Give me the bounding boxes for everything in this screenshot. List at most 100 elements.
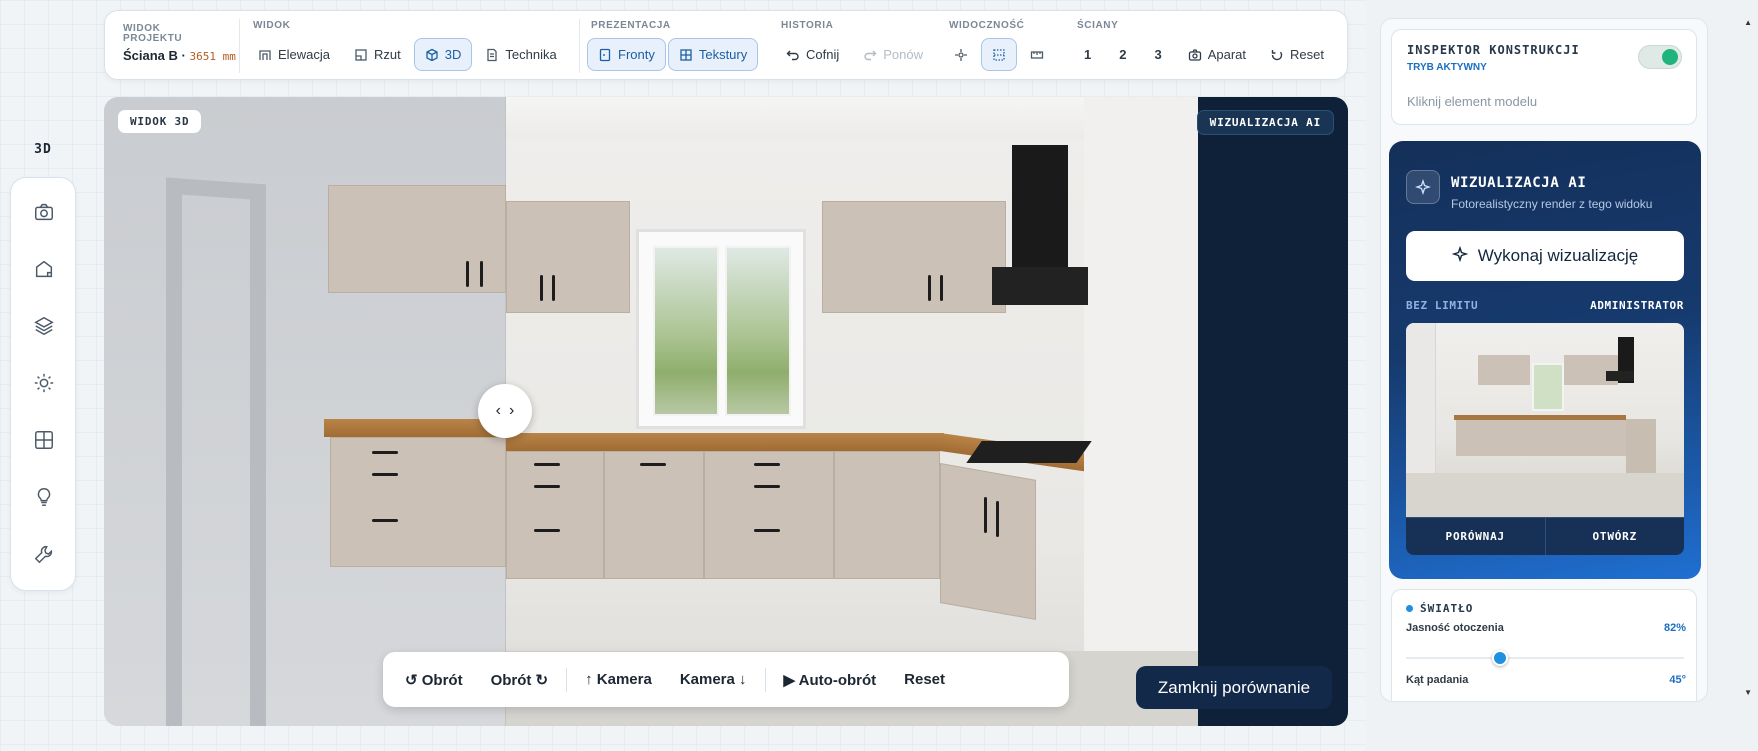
model-door [166, 177, 266, 726]
inspector-toggle[interactable] [1638, 45, 1682, 69]
crosshair-icon [954, 48, 968, 62]
reset-label: Reset [1290, 47, 1324, 62]
divider [764, 667, 766, 692]
rotate-right-button[interactable]: Obrót ↻ [477, 661, 563, 699]
base-cabinet-corner [940, 463, 1036, 620]
view-plan-label: Rzut [374, 47, 401, 62]
camera-label: Aparat [1207, 47, 1247, 62]
3d-viewport[interactable]: WIDOK 3D WIZUALIZACJA AI ‹ › ↺ Obrót Obr… [104, 97, 1348, 726]
ai-render-actions: PORÓWNAJ OTWÓRZ [1406, 517, 1684, 555]
render-cooktop [966, 441, 1092, 463]
plan-icon [354, 48, 368, 62]
project-info: WIDOK PROJEKTU Ściana B · 3651 mm [123, 23, 243, 64]
view-3d-button[interactable]: 3D [413, 38, 473, 71]
ai-title: WIZUALIZACJA AI [1451, 175, 1587, 191]
camera-reset-button[interactable]: Reset [890, 661, 959, 699]
inspector-scroll-area[interactable]: INSPEKTOR KONSTRUKCJI TRYB AKTYWNY Klikn… [1380, 18, 1708, 702]
camera-snapshot-button[interactable]: Aparat [1177, 38, 1257, 71]
undo-icon [786, 48, 800, 62]
layers-icon[interactable] [30, 312, 58, 340]
light-title: ŚWIATŁO [1420, 602, 1474, 615]
textures-toggle[interactable]: Tekstury [667, 38, 759, 71]
sidebar-mode-title: 3D [34, 142, 52, 157]
view-plan-button[interactable]: Rzut [343, 38, 412, 71]
viewport-dark-margin [1198, 97, 1348, 726]
grid-icon[interactable] [30, 426, 58, 454]
section-dot-icon [1406, 605, 1413, 612]
light-section: ŚWIATŁO Jasność otoczenia 82% Kąt padani… [1391, 589, 1697, 701]
ai-visualization-card: WIZUALIZACJA AI Fotorealistyczny render … [1389, 141, 1701, 579]
compare-split-handle[interactable]: ‹ › [478, 384, 532, 438]
view-3d-label: 3D [444, 47, 462, 62]
dimensions-toggle[interactable] [1019, 38, 1055, 71]
undo-label: Cofnij [806, 47, 840, 62]
compare-button[interactable]: PORÓWNAJ [1406, 518, 1545, 555]
open-button[interactable]: OTWÓRZ [1544, 518, 1685, 555]
presentation-group-label: PREZENTACJA [591, 20, 671, 31]
sparkle-icon [1406, 170, 1440, 204]
model-base-cabinet [330, 437, 506, 567]
camera-controls: ↺ Obrót Obrót ↻ ↑ Kamera Kamera ↓ ▶ Auto… [383, 652, 1069, 707]
view-technical-label: Technika [505, 47, 557, 62]
render-range-hood-base [992, 267, 1088, 305]
center-point-toggle[interactable] [943, 38, 979, 71]
redo-button[interactable]: Ponów [852, 38, 934, 71]
reset-icon [1270, 48, 1284, 62]
presentation-group: PREZENTACJA Fronty Tekstury [587, 20, 759, 71]
house-icon[interactable] [30, 255, 58, 283]
walls-group-label: ŚCIANY [1077, 20, 1119, 31]
ambient-label: Jasność otoczenia [1406, 622, 1504, 634]
fronts-toggle[interactable]: Fronty [587, 38, 666, 71]
ai-render-thumbnail[interactable] [1406, 323, 1684, 517]
bulb-icon[interactable] [30, 483, 58, 511]
view-technical-button[interactable]: Technika [474, 38, 567, 71]
run-visualization-button[interactable]: Wykonaj wizualizację [1406, 231, 1684, 281]
scroll-up-icon[interactable]: ▲ [1744, 18, 1752, 27]
elevation-icon [258, 48, 272, 62]
sun-icon[interactable] [30, 369, 58, 397]
camera-icon[interactable] [30, 198, 58, 226]
cube-icon [425, 48, 439, 62]
slider-thumb[interactable] [1492, 650, 1509, 666]
angle-label: Kąt padania [1406, 674, 1469, 686]
project-label: WIDOK PROJEKTU [123, 23, 183, 44]
wall-3-button[interactable]: 3 [1141, 38, 1174, 71]
close-compare-button[interactable]: Zamknij porównanie [1136, 666, 1332, 709]
wall-2-button[interactable]: 2 [1106, 38, 1139, 71]
auto-rotate-button[interactable]: ▶ Auto-obrót [770, 661, 891, 699]
grid-visibility-toggle[interactable] [981, 38, 1017, 71]
inspector-mode: TRYB AKTYWNY [1407, 62, 1487, 73]
limit-badge: BEZ LIMITU [1406, 299, 1479, 312]
view-elevation-button[interactable]: Elewacja [247, 38, 341, 71]
visibility-group-label: WIDOCZNOŚĆ [949, 20, 1025, 31]
render-window [636, 229, 806, 429]
base-cabinet [834, 451, 940, 579]
inspector-title: INSPEKTOR KONSTRUKCJI [1407, 43, 1580, 57]
ambient-slider[interactable] [1406, 650, 1684, 666]
base-cabinet [506, 451, 604, 579]
undo-button[interactable]: Cofnij [775, 38, 850, 71]
camera-up-button[interactable]: ↑ Kamera [571, 661, 666, 699]
view-elevation-label: Elewacja [278, 47, 331, 62]
rotate-left-button[interactable]: ↺ Obrót [391, 661, 477, 699]
view-group: WIDOK Elewacja Rzut 3D Technika [247, 20, 568, 71]
camera-down-button[interactable]: Kamera ↓ [666, 661, 761, 699]
toggle-knob [1662, 49, 1678, 65]
chevron-right-icon: › [509, 402, 515, 419]
ruler-icon [1030, 48, 1044, 62]
scroll-down-icon[interactable]: ▼ [1744, 688, 1752, 697]
texture-icon [679, 48, 693, 62]
redo-label: Ponów [883, 47, 923, 62]
wall-1-button[interactable]: 1 [1071, 38, 1104, 71]
3d-model-side [104, 97, 506, 726]
walls-group: ŚCIANY 1 2 3 Aparat Reset [1071, 20, 1335, 71]
upper-cabinet [822, 201, 1006, 313]
construction-inspector: INSPEKTOR KONSTRUKCJI TRYB AKTYWNY Klikn… [1391, 29, 1697, 125]
wrench-icon[interactable] [30, 540, 58, 568]
reset-view-button[interactable]: Reset [1259, 38, 1335, 71]
document-icon [485, 48, 499, 62]
wall-dimension: 3651 mm [189, 50, 236, 63]
base-cabinet [704, 451, 834, 579]
render-range-hood [1012, 145, 1068, 280]
wall-name: Ściana B · [123, 48, 190, 63]
